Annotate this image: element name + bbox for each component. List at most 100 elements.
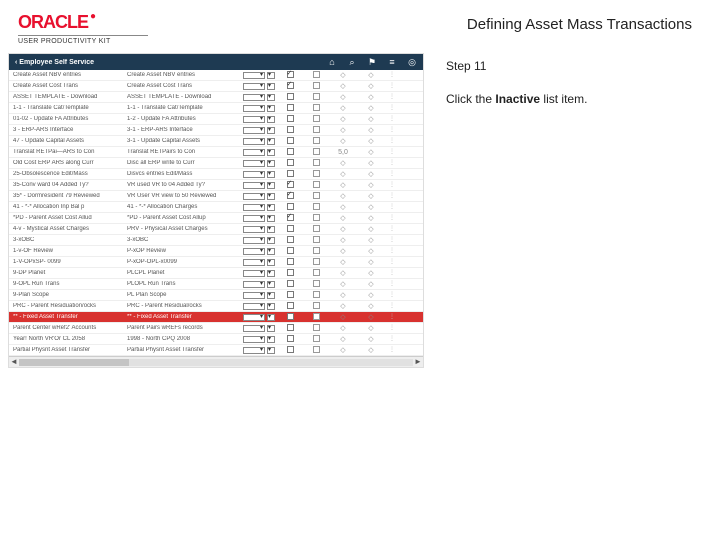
checkbox-icon[interactable]: [287, 104, 294, 111]
checkbox-icon[interactable]: [287, 192, 294, 199]
cell-checkbox[interactable]: [277, 346, 303, 355]
status-dropdown-icon[interactable]: [267, 105, 275, 112]
cell-status[interactable]: [243, 314, 277, 321]
checkbox-icon[interactable]: [287, 214, 294, 221]
list-item[interactable]: Create Asset Cost TransCreate Asset Cost…: [9, 81, 423, 92]
cell-checkbox[interactable]: [277, 170, 303, 179]
cell-handle[interactable]: ⋮: [385, 94, 399, 100]
checkbox-icon[interactable]: [287, 335, 294, 342]
list-item[interactable]: 35-Conv ward 04 Added Ty?VR used VR to 0…: [9, 180, 423, 191]
cell-handle[interactable]: ⋮: [385, 171, 399, 177]
cell-flag[interactable]: [303, 291, 329, 300]
cell-eye[interactable]: ◇: [329, 325, 357, 332]
home-icon[interactable]: ⌂: [327, 57, 337, 67]
status-dropdown-icon[interactable]: [267, 83, 275, 90]
cell-eye[interactable]: ◇: [329, 182, 357, 189]
cell-dot[interactable]: ◇: [357, 116, 385, 123]
status-select[interactable]: [243, 83, 265, 90]
cell-eye[interactable]: ◇: [329, 303, 357, 310]
cell-eye[interactable]: ◇: [329, 292, 357, 299]
cell-dot[interactable]: ◇: [357, 171, 385, 178]
cell-eye[interactable]: ◇: [329, 204, 357, 211]
cell-handle[interactable]: ⋮: [385, 204, 399, 210]
status-select[interactable]: [243, 259, 265, 266]
cell-status[interactable]: [243, 83, 277, 90]
checkbox-icon[interactable]: [287, 82, 294, 89]
cell-flag[interactable]: [303, 192, 329, 201]
cell-checkbox[interactable]: [277, 115, 303, 124]
checkbox-icon[interactable]: [287, 93, 294, 100]
status-select[interactable]: [243, 171, 265, 178]
cell-dot[interactable]: ◇: [357, 105, 385, 112]
cell-status[interactable]: [243, 281, 277, 288]
cell-handle[interactable]: ⋮: [385, 105, 399, 111]
cell-flag[interactable]: [303, 335, 329, 344]
cell-flag[interactable]: [303, 148, 329, 157]
cell-flag[interactable]: [303, 93, 329, 102]
cell-checkbox[interactable]: [277, 247, 303, 256]
status-select[interactable]: [243, 204, 265, 211]
cell-checkbox[interactable]: [277, 335, 303, 344]
checkbox-icon[interactable]: [287, 203, 294, 210]
list-item[interactable]: 25-Obsolescence Edit/MassDisvcs entries …: [9, 169, 423, 180]
list-item[interactable]: *PD - Parent Asset Cost Allud*PD - Paren…: [9, 213, 423, 224]
cell-handle[interactable]: ⋮: [385, 336, 399, 342]
checkbox-icon[interactable]: [287, 115, 294, 122]
scroll-thumb[interactable]: [19, 359, 129, 366]
status-select[interactable]: [243, 281, 265, 288]
cell-eye[interactable]: ◇: [329, 215, 357, 222]
cell-status[interactable]: [243, 149, 277, 156]
status-select[interactable]: [243, 160, 265, 167]
cell-status[interactable]: [243, 160, 277, 167]
cell-eye[interactable]: ◇: [329, 248, 357, 255]
status-select[interactable]: [243, 127, 265, 134]
checkbox-icon[interactable]: [287, 269, 294, 276]
list-item-highlighted[interactable]: ** - Fixed Asset Transfer** - Fixed Asse…: [9, 312, 423, 323]
cell-flag[interactable]: [303, 258, 329, 267]
status-dropdown-icon[interactable]: [267, 237, 275, 244]
list-item[interactable]: Translat RETPai—ARS to ConTranslat RETPa…: [9, 147, 423, 158]
cell-flag[interactable]: [303, 104, 329, 113]
cell-dot[interactable]: ◇: [357, 215, 385, 222]
status-select[interactable]: [243, 226, 265, 233]
list-item[interactable]: Year! North VR'Or CL 20581998 - North CP…: [9, 334, 423, 345]
status-dropdown-icon[interactable]: [267, 325, 275, 332]
status-dropdown-icon[interactable]: [267, 171, 275, 178]
cell-eye[interactable]: ◇: [329, 138, 357, 145]
cell-dot[interactable]: ◇: [357, 314, 385, 321]
status-dropdown-icon[interactable]: [267, 182, 275, 189]
cell-checkbox[interactable]: [277, 137, 303, 146]
cell-checkbox[interactable]: [277, 313, 303, 322]
cell-status[interactable]: [243, 127, 277, 134]
cell-checkbox[interactable]: [277, 236, 303, 245]
status-dropdown-icon[interactable]: [267, 292, 275, 299]
cell-checkbox[interactable]: [277, 126, 303, 135]
cell-checkbox[interactable]: [277, 269, 303, 278]
checkbox-icon[interactable]: [287, 280, 294, 287]
cell-status[interactable]: [243, 182, 277, 189]
checkbox-icon[interactable]: [287, 346, 294, 353]
status-select[interactable]: [243, 116, 265, 123]
cell-eye[interactable]: ◇: [329, 347, 357, 354]
status-dropdown-icon[interactable]: [267, 248, 275, 255]
cell-flag[interactable]: [303, 236, 329, 245]
status-dropdown-icon[interactable]: [267, 215, 275, 222]
cell-handle[interactable]: ⋮: [385, 160, 399, 166]
cell-status[interactable]: [243, 325, 277, 332]
checkbox-icon[interactable]: [287, 313, 294, 320]
status-select[interactable]: [243, 237, 265, 244]
cell-flag[interactable]: [303, 115, 329, 124]
cell-checkbox[interactable]: [277, 148, 303, 157]
cell-eye[interactable]: ◇: [329, 94, 357, 101]
cell-dot[interactable]: ◇: [357, 336, 385, 343]
list-item[interactable]: 1-1 - Translate Cat/Template1-1 - Transl…: [9, 103, 423, 114]
cell-checkbox[interactable]: [277, 104, 303, 113]
cell-status[interactable]: [243, 215, 277, 222]
list-item[interactable]: 47 - Update Capital Assets3-1 - Update C…: [9, 136, 423, 147]
cell-dot[interactable]: ◇: [357, 149, 385, 156]
cell-flag[interactable]: [303, 137, 329, 146]
checkbox-icon[interactable]: [287, 137, 294, 144]
status-dropdown-icon[interactable]: [267, 314, 275, 321]
cell-handle[interactable]: ⋮: [385, 226, 399, 232]
cell-dot[interactable]: ◇: [357, 226, 385, 233]
